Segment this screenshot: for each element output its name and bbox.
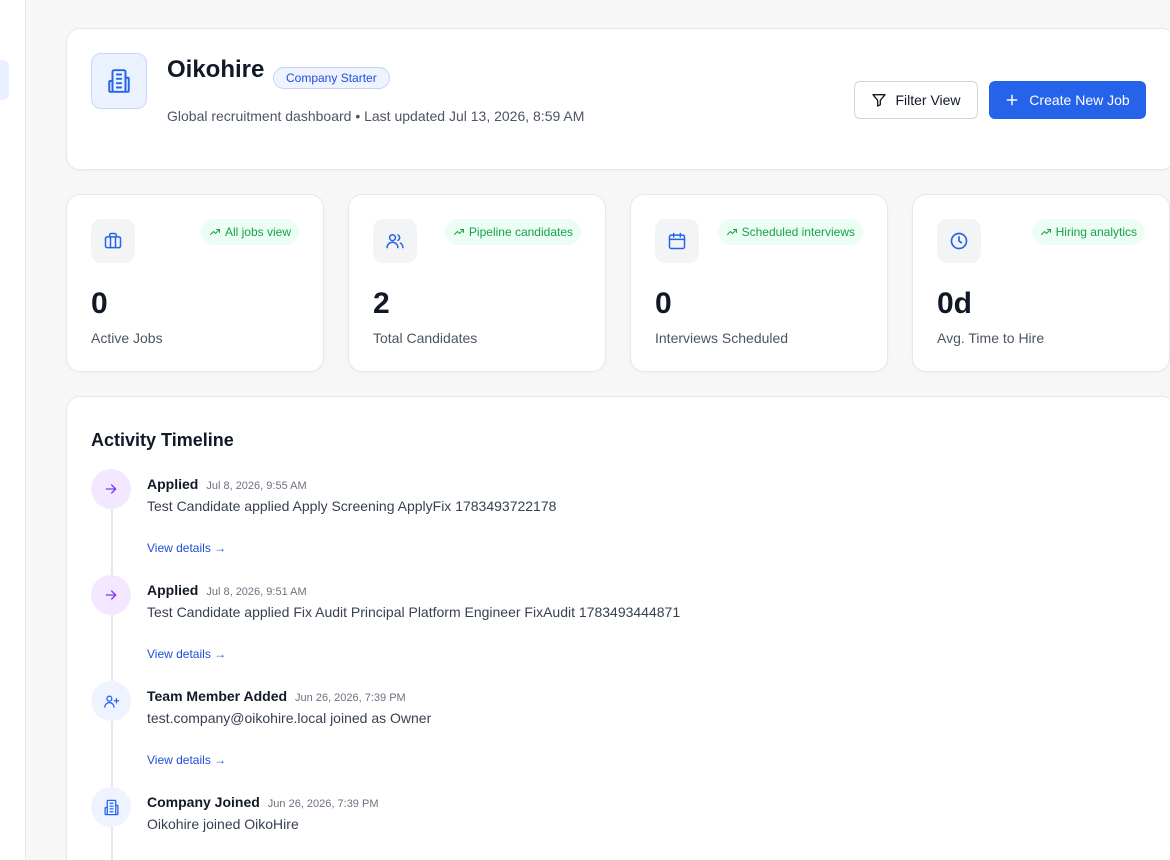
calendar-icon	[655, 219, 699, 263]
arrow-right-icon	[91, 575, 131, 615]
event-time: Jun 26, 2026, 7:39 PM	[267, 798, 379, 810]
event-type: Team Member Added	[147, 688, 288, 704]
stat-card-active-jobs[interactable]: All jobs view 0 Active Jobs	[66, 194, 324, 372]
event-description: Oikohire joined OikoHire	[147, 816, 299, 832]
event-time: Jun 26, 2026, 7:39 PM	[295, 692, 406, 704]
timeline-item: Company Joined Jun 26, 2026, 7:39 PM Oik…	[91, 787, 1151, 860]
clock-icon	[937, 219, 981, 263]
timeline-item: Applied Jul 8, 2026, 9:55 AM Test Candid…	[91, 469, 1151, 575]
stat-value: 0d	[937, 287, 973, 320]
create-job-label: Create New Job	[1029, 92, 1130, 108]
event-time: Jul 8, 2026, 9:51 AM	[206, 586, 307, 598]
building-icon	[91, 53, 147, 109]
trending-up-icon	[453, 229, 464, 235]
view-details-link[interactable]: View details →	[147, 647, 226, 661]
filter-view-label: Filter View	[895, 92, 961, 108]
trending-up-icon	[726, 229, 737, 235]
create-job-button[interactable]: Create New Job	[989, 81, 1146, 119]
stat-value: 0	[655, 287, 672, 320]
stat-card-time-to-hire[interactable]: Hiring analytics 0d Avg. Time to Hire	[912, 194, 1170, 372]
filter-icon	[872, 94, 887, 107]
trend-pill: All jobs view	[200, 219, 299, 245]
trending-up-icon	[1040, 229, 1051, 235]
event-description: Test Candidate applied Apply Screening A…	[147, 498, 557, 514]
view-details-link[interactable]: View details →	[147, 753, 226, 767]
stat-label: Total Candidates	[373, 330, 478, 346]
trend-pill: Hiring analytics	[1031, 219, 1145, 245]
users-icon	[373, 219, 417, 263]
company-header: Oikohire Company Starter Global recruitm…	[66, 28, 1170, 170]
company-name: Oikohire	[167, 56, 265, 83]
sidebar-active-item[interactable]	[0, 60, 9, 100]
trend-pill: Scheduled interviews	[717, 219, 863, 245]
event-time: Jul 8, 2026, 9:55 AM	[206, 480, 307, 492]
event-description: Test Candidate applied Fix Audit Princip…	[147, 604, 681, 620]
stat-label: Active Jobs	[91, 330, 163, 346]
trend-pill: Pipeline candidates	[444, 219, 581, 245]
timeline-title: Activity Timeline	[91, 430, 234, 450]
stat-card-interviews[interactable]: Scheduled interviews 0 Interviews Schedu…	[630, 194, 888, 372]
stat-value: 2	[373, 287, 390, 320]
briefcase-icon	[91, 219, 135, 263]
stat-value: 0	[91, 287, 108, 320]
plan-badge: Company Starter	[273, 67, 390, 89]
timeline-item: Applied Jul 8, 2026, 9:51 AM Test Candid…	[91, 575, 1151, 681]
event-description: test.company@oikohire.local joined as Ow…	[147, 710, 432, 726]
filter-view-button[interactable]: Filter View	[854, 81, 978, 119]
event-type: Applied	[147, 476, 199, 492]
sidebar	[0, 0, 26, 860]
event-type: Company Joined	[147, 794, 260, 810]
page-subtitle: Global recruitment dashboard • Last upda…	[167, 108, 585, 124]
plus-icon	[1006, 94, 1018, 106]
building-icon	[91, 787, 131, 827]
activity-timeline: Activity Timeline Applied Jul 8, 2026, 9…	[66, 396, 1170, 860]
view-details-link[interactable]: View details →	[147, 541, 226, 555]
event-type: Applied	[147, 582, 199, 598]
stat-label: Avg. Time to Hire	[937, 330, 1045, 346]
stat-card-total-candidates[interactable]: Pipeline candidates 2 Total Candidates	[348, 194, 606, 372]
user-plus-icon	[91, 681, 131, 721]
trending-up-icon	[209, 229, 220, 235]
stat-label: Interviews Scheduled	[655, 330, 789, 346]
arrow-right-icon	[91, 469, 131, 509]
timeline-item: Team Member Added Jun 26, 2026, 7:39 PM …	[91, 681, 1151, 787]
